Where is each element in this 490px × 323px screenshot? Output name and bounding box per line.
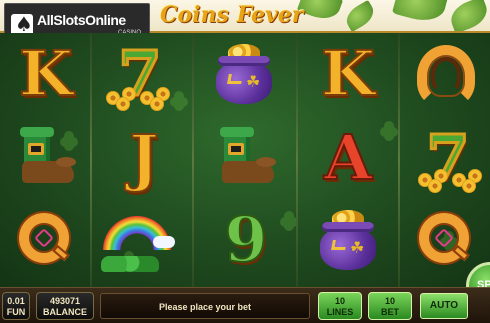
q-ring-icon	[417, 211, 475, 269]
symbol-nine-digit: 9	[223, 203, 268, 276]
balance-value: 493071	[49, 296, 81, 306]
symbol-q	[6, 199, 86, 281]
rainbow-icon	[101, 212, 175, 272]
bet-label: BET	[381, 307, 399, 317]
lines-selector[interactable]: 10 LINES	[318, 292, 362, 320]
leprechaun-boot-icon	[216, 127, 276, 189]
symbol-horseshoe	[406, 35, 486, 117]
lines-value: 10	[334, 296, 345, 306]
flower-cluster-icon	[140, 87, 174, 111]
lines-label: LINES	[326, 307, 354, 317]
clover-leaf-decoration	[342, 0, 378, 31]
symbol-boot	[6, 117, 86, 199]
clover-leaf-decoration	[391, 0, 449, 26]
pot-of-gold-icon: ☘	[212, 44, 276, 108]
clover-leaf-decoration	[296, 0, 344, 25]
coin-label: FUN	[6, 307, 26, 317]
reels-area: K 7 J ☘ 9 K A ☘ 7	[0, 33, 490, 287]
reel-separator	[192, 33, 194, 287]
flower-cluster-icon	[106, 87, 140, 111]
symbol-rainbow	[98, 201, 178, 283]
balance-display: 493071 BALANCE	[36, 292, 94, 320]
symbol-pot: ☘	[204, 35, 284, 117]
symbol-a: A	[308, 117, 388, 199]
bet-selector[interactable]: 10 BET	[368, 292, 412, 320]
reel-separator	[90, 33, 92, 287]
symbol-k-letter: K	[18, 37, 74, 110]
bottom-control-bar: 0.01 FUN 493071 BALANCE Please place you…	[0, 287, 490, 323]
symbol-pot: ☘	[308, 201, 388, 283]
q-ring-icon	[17, 211, 75, 269]
balance-label: BALANCE	[43, 307, 87, 317]
clover-leaf-decoration	[446, 0, 490, 31]
reel-separator	[296, 33, 298, 287]
symbol-j-letter: J	[128, 121, 159, 194]
pot-of-gold-icon: ☘	[316, 210, 380, 274]
symbol-seven: 7	[408, 117, 488, 199]
symbol-k: K	[308, 33, 388, 115]
horseshoe-icon	[417, 45, 475, 107]
coin-value-display[interactable]: 0.01 FUN	[2, 292, 30, 320]
flower-cluster-icon	[452, 169, 486, 193]
symbol-seven: 7	[100, 33, 180, 115]
symbol-boot	[206, 117, 286, 199]
reel-separator	[398, 33, 400, 287]
watermark-brand: AllSlotsOnline	[37, 12, 126, 28]
coin-value: 0.01	[7, 296, 25, 306]
symbol-a-letter: A	[323, 121, 373, 194]
bet-value: 10	[384, 296, 395, 306]
leprechaun-boot-icon	[16, 127, 76, 189]
status-message: Please place your bet	[100, 293, 310, 319]
game-title: Coins Fever	[160, 2, 304, 28]
symbol-nine: 9	[206, 199, 286, 281]
symbol-k: K	[6, 33, 86, 115]
symbol-j: J	[104, 117, 184, 199]
autoplay-button[interactable]: AUTO	[420, 293, 468, 319]
flower-cluster-icon	[418, 169, 452, 193]
symbol-k-letter: K	[320, 37, 376, 110]
